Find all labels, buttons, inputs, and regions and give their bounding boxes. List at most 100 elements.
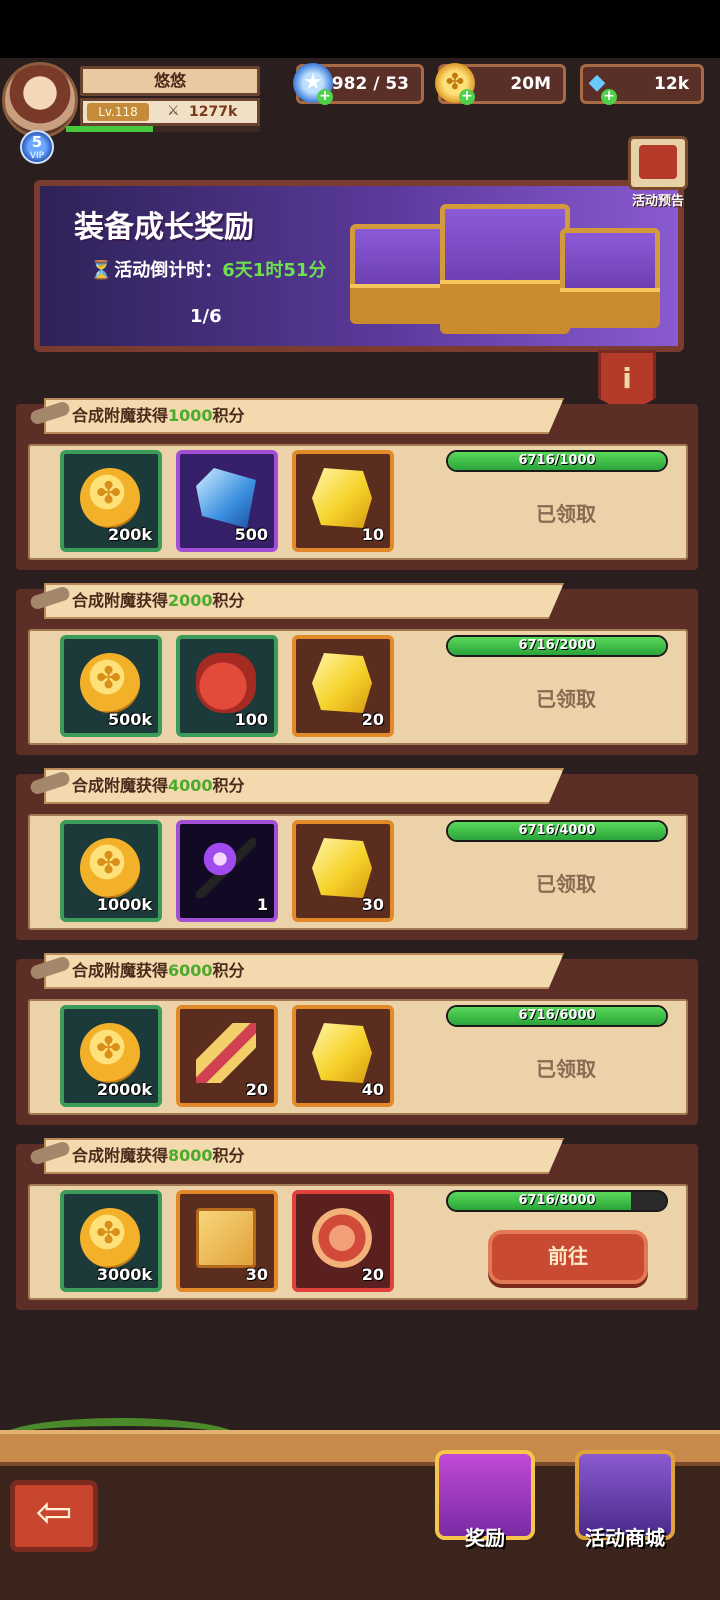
gold-coin-icon [80, 1023, 140, 1083]
claimed-status: 已领取 [536, 687, 596, 711]
reward-item[interactable]: 40 [292, 1005, 394, 1107]
reward-item[interactable]: 2000k [60, 1005, 162, 1107]
reward-item[interactable]: 1000k [60, 820, 162, 922]
treasure-chests-image [340, 194, 670, 344]
claimed-status: 已领取 [536, 872, 596, 896]
event-banner[interactable]: 装备成长奖励 ⏳ 活动倒计时：6天1时51分 1/6 [34, 180, 684, 352]
task-card: 合成附魔获得1000积分 200k 500 10 6716/1000 已领取 [16, 398, 698, 570]
reward-qty: 20 [361, 710, 384, 729]
reward-qty: 30 [245, 1265, 268, 1284]
reward-item[interactable]: 30 [176, 1190, 278, 1292]
reward-item[interactable]: 20 [292, 635, 394, 737]
reward-item[interactable]: 3000k [60, 1190, 162, 1292]
reward-qty: 500 [234, 525, 268, 544]
progress-text: 6716/2000 [518, 638, 596, 653]
reward-item[interactable]: 500k [60, 635, 162, 737]
event-shop-tab[interactable]: 活动商城 [560, 1450, 690, 1580]
reward-qty: 20 [361, 1265, 384, 1284]
event-preview-button[interactable]: 活动预告 [618, 136, 698, 216]
task-title-prefix: 合成附魔获得 [72, 406, 169, 425]
diamond-resource[interactable]: ◆ + 12k [580, 64, 704, 105]
task-title-suffix: 积分 [212, 406, 245, 425]
diamond-value: 12k [654, 74, 689, 94]
player-card[interactable]: 5 VIP 悠悠 Lv.118 ⚔ 1277k [0, 58, 270, 164]
combat-power: 1277k [189, 104, 238, 120]
reward-qty: 30 [361, 895, 384, 914]
task-title-suffix: 积分 [212, 1146, 245, 1165]
star-resource[interactable]: ★ + 982 / 53 [293, 63, 424, 105]
reward-qty: 20 [245, 1080, 268, 1099]
gold-coin-icon [80, 653, 140, 713]
task-points: 2000 [168, 591, 213, 610]
reward-qty: 2000k [96, 1080, 152, 1099]
vip-badge[interactable]: 5 VIP [20, 130, 54, 164]
event-shop-tab-label: 活动商城 [585, 1526, 665, 1550]
task-title-prefix: 合成附魔获得 [72, 1146, 169, 1165]
event-countdown: ⏳ 活动倒计时：6天1时51分 [90, 256, 326, 282]
reward-item[interactable]: 20 [292, 1190, 394, 1292]
reward-item[interactable]: 30 [292, 820, 394, 922]
reward-item[interactable]: 1 [176, 820, 278, 922]
paw-medal-icon [312, 1208, 372, 1268]
add-icon[interactable]: + [317, 89, 333, 105]
star-value: 982 / 53 [331, 74, 409, 94]
reward-qty: 1000k [96, 895, 152, 914]
gold-resource[interactable]: ✤ + 20M [435, 63, 566, 105]
hourglass-icon: ⏳ [90, 260, 113, 281]
red-bag-icon [196, 653, 256, 713]
reward-qty: 500k [107, 710, 152, 729]
task-card: 合成附魔获得2000积分 500k 100 20 6716/2000 已领取 [16, 583, 698, 755]
gold-ore-icon [312, 1023, 372, 1083]
reward-qty: 200k [107, 525, 152, 544]
progress-text: 6716/1000 [518, 453, 596, 468]
back-button[interactable]: ⇦ [10, 1480, 98, 1552]
task-progress-bar: 6716/8000 [446, 1190, 668, 1212]
event-preview-label: 活动预告 [631, 194, 684, 209]
task-title-prefix: 合成附魔获得 [72, 591, 169, 610]
banner-pager: 1/6 [190, 306, 222, 327]
countdown-value: 6天1时51分 [222, 260, 327, 281]
gold-value: 20M [510, 74, 551, 94]
task-title-suffix: 积分 [212, 591, 245, 610]
task-title: 合成附魔获得1000积分 [72, 404, 245, 428]
blue-crystal-icon [196, 468, 256, 528]
back-arrow-icon: ⇦ [35, 1487, 73, 1538]
vip-level: 5 [31, 133, 43, 151]
task-title: 合成附魔获得4000积分 [72, 774, 245, 798]
task-points: 8000 [168, 1146, 213, 1165]
crossed-swords-icon: ⚔ [167, 103, 180, 119]
vip-label: VIP [29, 151, 45, 161]
reward-item[interactable]: 200k [60, 450, 162, 552]
task-points: 1000 [168, 406, 213, 425]
task-card: 合成附魔获得4000积分 1000k 1 30 6716/4000 已领取 [16, 768, 698, 940]
reward-item[interactable]: 100 [176, 635, 278, 737]
progress-text: 6716/8000 [518, 1193, 596, 1208]
gold-ore-icon [312, 468, 372, 528]
add-icon[interactable]: + [459, 89, 475, 105]
rewards-tab[interactable]: 奖励 [420, 1450, 550, 1580]
event-preview-icon [628, 136, 688, 190]
go-button[interactable]: 前往 [488, 1230, 648, 1284]
reward-item[interactable]: 500 [176, 450, 278, 552]
task-title-suffix: 积分 [212, 776, 245, 795]
reward-item[interactable]: 10 [292, 450, 394, 552]
xp-bar [66, 126, 260, 132]
gold-coin-icon [80, 468, 140, 528]
task-title-prefix: 合成附魔获得 [72, 961, 169, 980]
gold-coin-icon [80, 838, 140, 898]
spell-book-icon [196, 1208, 256, 1268]
progress-text: 6716/4000 [518, 823, 596, 838]
task-points: 4000 [168, 776, 213, 795]
level-row: Lv.118 ⚔ 1277k [80, 98, 260, 126]
task-points: 6000 [168, 961, 213, 980]
add-icon[interactable]: + [601, 89, 617, 105]
task-progress-bar: 6716/2000 [446, 635, 668, 657]
task-title: 合成附魔获得8000积分 [72, 1144, 245, 1168]
claimed-status: 已领取 [536, 502, 596, 526]
reward-qty: 40 [361, 1080, 384, 1099]
task-title: 合成附魔获得2000积分 [72, 589, 245, 613]
task-title-suffix: 积分 [212, 961, 245, 980]
countdown-label: 活动倒计时： [114, 260, 223, 281]
level-badge: Lv.118 [87, 103, 149, 121]
reward-item[interactable]: 20 [176, 1005, 278, 1107]
